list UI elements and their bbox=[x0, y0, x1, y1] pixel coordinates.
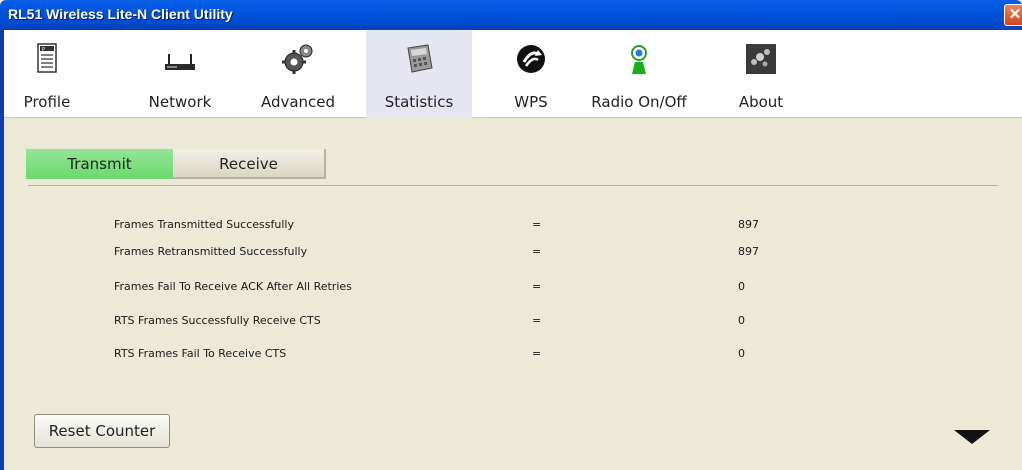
svg-text:P: P bbox=[42, 47, 45, 53]
toolbar-about[interactable]: About bbox=[726, 30, 796, 118]
stat-value: 897 bbox=[738, 245, 759, 258]
expand-arrow-icon[interactable] bbox=[954, 430, 990, 444]
toolbar-label: Statistics bbox=[384, 93, 454, 111]
stat-value: 0 bbox=[738, 347, 745, 360]
stat-name: RTS Frames Successfully Receive CTS bbox=[114, 314, 321, 327]
toolbar-advanced[interactable]: Advanced bbox=[252, 30, 344, 118]
toolbar-label: About bbox=[738, 93, 784, 111]
stat-value: 0 bbox=[738, 280, 745, 293]
toolbar-radio-on-off[interactable]: Radio On/Off bbox=[580, 30, 698, 118]
stat-equals: = bbox=[532, 218, 542, 231]
toolbar-label: Advanced bbox=[260, 93, 336, 111]
profile-icon: P bbox=[37, 43, 57, 73]
statistics-calculator-icon bbox=[407, 44, 433, 73]
advanced-gears-icon bbox=[282, 44, 313, 74]
stat-row: Frames Fail To Receive ACK After All Ret… bbox=[4, 280, 1022, 300]
stat-row: RTS Frames Successfully Receive CTS = 0 bbox=[4, 314, 1022, 334]
stat-equals: = bbox=[532, 280, 542, 293]
close-button[interactable]: ✕ bbox=[1004, 4, 1022, 26]
stat-name: RTS Frames Fail To Receive CTS bbox=[114, 347, 287, 360]
toolbar-label: WPS bbox=[514, 93, 548, 111]
reset-counter-button[interactable]: Reset Counter bbox=[34, 414, 170, 448]
stat-value: 0 bbox=[738, 314, 745, 327]
toolbar-profile[interactable]: P Profile bbox=[6, 30, 88, 118]
tab-transmit[interactable]: Transmit bbox=[26, 149, 173, 179]
stat-name: Frames Fail To Receive ACK After All Ret… bbox=[114, 280, 352, 293]
toolbar-statistics[interactable]: Statistics bbox=[366, 30, 472, 118]
stat-row: Frames Transmitted Successfully = 897 bbox=[4, 218, 1022, 238]
stat-row: RTS Frames Fail To Receive CTS = 0 bbox=[4, 347, 1022, 367]
tab-receive[interactable]: Receive bbox=[173, 149, 326, 179]
stat-value: 897 bbox=[738, 218, 759, 231]
stat-row: Frames Retransmitted Successfully = 897 bbox=[4, 245, 1022, 265]
toolbar-wps[interactable]: WPS bbox=[498, 30, 564, 118]
toolbar-label: Network bbox=[148, 93, 212, 111]
title-bar[interactable]: RL51 Wireless Lite-N Client Utility ✕ bbox=[0, 0, 1022, 30]
stat-name: Frames Transmitted Successfully bbox=[114, 218, 294, 231]
toolbar-network[interactable]: Network bbox=[136, 30, 224, 118]
stat-equals: = bbox=[532, 245, 542, 258]
toolbar-label: Radio On/Off bbox=[591, 93, 687, 111]
window-title: RL51 Wireless Lite-N Client Utility bbox=[8, 6, 233, 22]
close-icon: ✕ bbox=[1008, 6, 1022, 23]
about-icon bbox=[746, 44, 776, 74]
main-toolbar: P Profile Network Advanced Statistics WP… bbox=[4, 30, 1022, 118]
app-window: RL51 Wireless Lite-N Client Utility ✕ P … bbox=[0, 0, 1022, 470]
stat-name: Frames Retransmitted Successfully bbox=[114, 245, 308, 258]
stat-equals: = bbox=[532, 347, 542, 360]
radio-antenna-icon bbox=[631, 45, 647, 74]
toolbar-label: Profile bbox=[23, 93, 71, 111]
wps-icon bbox=[517, 45, 545, 73]
tab-divider bbox=[28, 185, 998, 186]
network-router-icon bbox=[165, 54, 195, 70]
stat-equals: = bbox=[532, 314, 542, 327]
statistics-panel: Transmit Receive Frames Transmitted Succ… bbox=[4, 119, 1022, 470]
